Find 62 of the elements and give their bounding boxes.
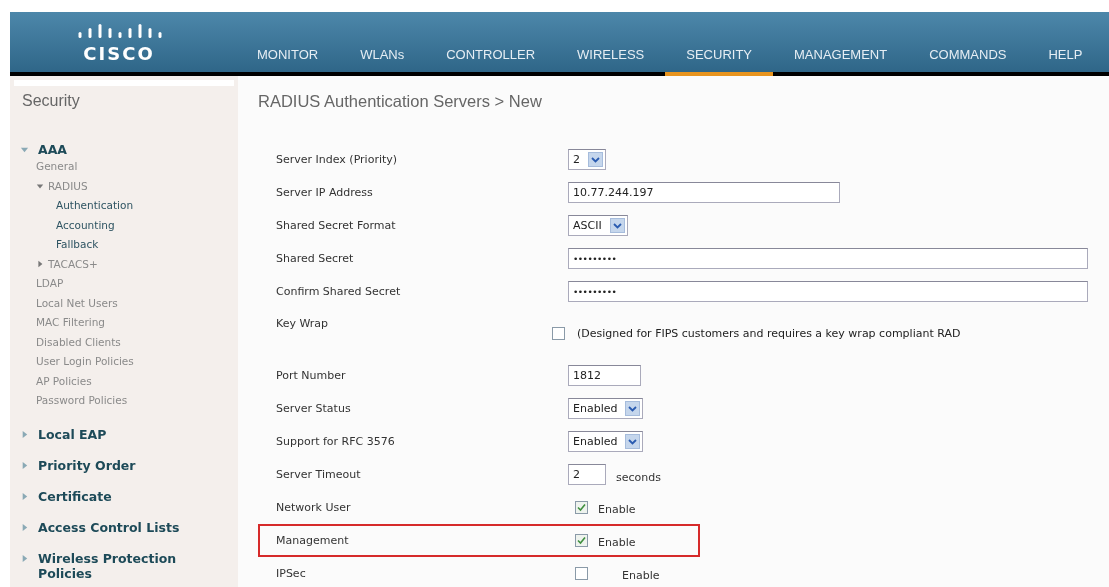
checkbox-label: Enable (622, 569, 660, 582)
caret-icon (609, 218, 625, 233)
field-label: Key Wrap (275, 316, 330, 330)
checkbox[interactable] (552, 327, 565, 340)
unit-label: seconds (616, 471, 661, 484)
caret-icon (625, 401, 641, 416)
field-label: Management (275, 534, 350, 547)
checkbox[interactable] (575, 501, 588, 514)
sidebar-link[interactable]: Authentication (56, 196, 134, 216)
page-title: RADIUS Authentication Servers > New (258, 92, 542, 111)
field-label: Server Index (Priority) (275, 153, 399, 166)
sidebar-link[interactable]: Accounting (56, 215, 115, 235)
sidebar-link[interactable]: Fallback (56, 235, 99, 255)
field-label: Server IP Address (275, 186, 374, 199)
help-text: (Designed for FIPS customers and requires a key wrap compliant RAD (577, 327, 961, 340)
collapsed-arrow-icon[interactable] (20, 553, 29, 563)
sidebar-section[interactable]: Priority Order (38, 457, 195, 473)
checkbox[interactable] (575, 534, 588, 547)
text-field[interactable]: 2 (568, 464, 606, 485)
collapsed-arrow-icon[interactable] (20, 460, 29, 470)
sidebar-section[interactable]: Local EAP (38, 426, 195, 442)
password-field[interactable]: ••••••••• (568, 281, 1088, 302)
nav-tab[interactable]: HELP (1027, 47, 1104, 76)
collapsed-arrow-icon[interactable] (20, 429, 29, 439)
caret-icon (588, 152, 603, 167)
checkbox[interactable] (575, 567, 588, 580)
sidebar-section[interactable]: AAA (38, 142, 195, 157)
caret-icon (625, 434, 641, 449)
field-label: Support for RFC 3576 (275, 435, 396, 448)
nav-tab[interactable]: CONTROLLER (425, 47, 557, 76)
expanded-arrow-icon[interactable] (36, 182, 44, 191)
collapsed-arrow-icon[interactable] (20, 491, 29, 501)
field-label: Network User (275, 501, 352, 514)
text-field[interactable]: 1812 (568, 365, 641, 386)
nav-tab[interactable]: MONITOR (236, 47, 340, 76)
logo-text: CISCO (83, 42, 155, 64)
checkbox-label: Enable (598, 536, 636, 549)
field-label: Confirm Shared Secret (275, 285, 402, 298)
checkbox-label: Enable (598, 503, 636, 516)
select-field[interactable]: Enabled (568, 398, 644, 419)
collapsed-arrow-icon[interactable] (36, 260, 44, 269)
field-label: Server Timeout (275, 468, 362, 481)
field-label: Shared Secret Format (275, 219, 397, 232)
select-field[interactable]: ASCII (568, 215, 628, 236)
select-field[interactable]: Enabled (568, 431, 644, 452)
text-field[interactable]: 10.77.244.197 (568, 182, 840, 203)
collapsed-arrow-icon[interactable] (20, 522, 29, 532)
nav-tab[interactable]: COMMANDS (908, 47, 1028, 76)
select-field[interactable]: 2 (568, 149, 606, 170)
sidebar-section[interactable]: Certificate (38, 488, 195, 504)
sidebar-title: Security (14, 80, 234, 142)
field-label: Port Number (275, 369, 347, 382)
nav-tab[interactable]: WLANs (339, 47, 426, 76)
field-label: Server Status (275, 402, 352, 415)
field-label: IPSec (275, 567, 307, 580)
password-field[interactable]: ••••••••• (568, 248, 1088, 269)
field-label: Shared Secret (275, 252, 355, 265)
nav-tab[interactable]: WIRELESS (556, 47, 666, 76)
nav-tab[interactable]: MANAGEMENT (773, 47, 909, 76)
expanded-arrow-icon[interactable] (20, 145, 29, 154)
sidebar-section[interactable]: Access Control Lists (38, 519, 195, 535)
sidebar-section[interactable]: Wireless Protection Policies (38, 550, 195, 581)
